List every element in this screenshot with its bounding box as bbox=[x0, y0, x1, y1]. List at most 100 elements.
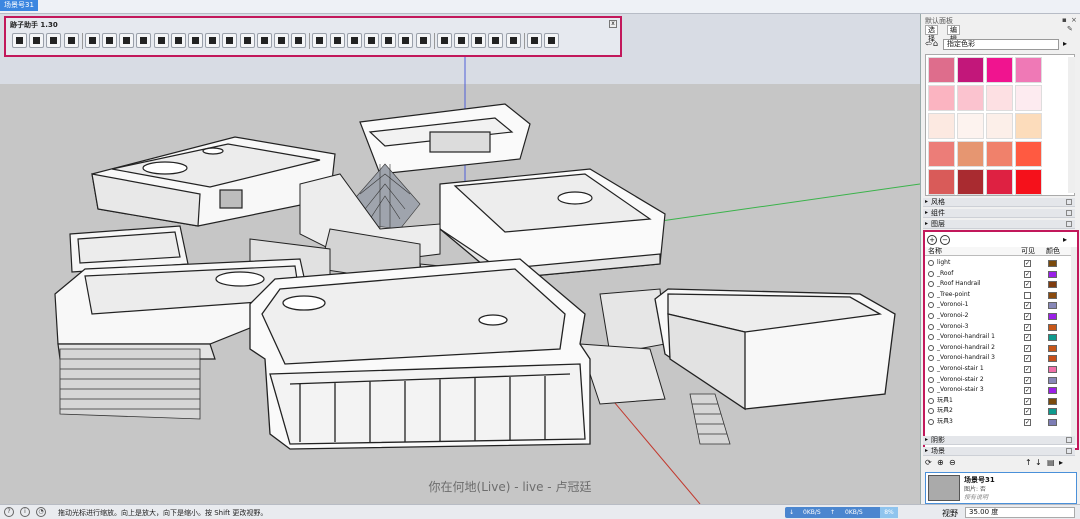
user-icon[interactable]: ◔ bbox=[36, 507, 46, 517]
panel-header[interactable]: ▸ 组件 bbox=[923, 209, 1075, 218]
wall-tool-icon[interactable] bbox=[12, 33, 27, 48]
layer-visible-checkbox[interactable]: ✓ bbox=[1024, 334, 1031, 342]
color-swatch[interactable] bbox=[957, 85, 984, 111]
layer-color-swatch[interactable] bbox=[1048, 270, 1057, 278]
layer-color-swatch[interactable] bbox=[1048, 344, 1057, 352]
layer-color-swatch[interactable] bbox=[1048, 260, 1057, 267]
layer-row[interactable]: _Voronoi-stair 2 ✓ bbox=[925, 375, 1071, 386]
active-layer-radio[interactable] bbox=[928, 408, 934, 415]
layer-row[interactable]: _Voronoi-stair 1 ✓ bbox=[925, 364, 1071, 375]
layer-row[interactable]: _Voronoi-stair 3 ✓ bbox=[925, 385, 1071, 396]
scene-item[interactable]: 场景号31 图片: 否 授有说明 bbox=[925, 472, 1077, 504]
slab-tool-icon[interactable] bbox=[205, 33, 221, 48]
layer-row[interactable]: _Voronoi-handrail 2 ✓ bbox=[925, 343, 1071, 354]
layer-row[interactable]: _Voronoi-handrail 1 ✓ bbox=[925, 332, 1071, 343]
layer-visible-checkbox[interactable]: ✓ bbox=[1024, 270, 1031, 278]
brush-tool-icon[interactable] bbox=[505, 33, 521, 48]
active-layer-radio[interactable] bbox=[928, 419, 934, 425]
active-layer-radio[interactable] bbox=[928, 344, 934, 351]
layer-row[interactable]: _Roof ✓ bbox=[925, 269, 1071, 280]
home-icon[interactable]: ⌂ bbox=[933, 39, 938, 48]
view-options-icon[interactable]: ▤ bbox=[1047, 458, 1055, 467]
flag-tool-icon[interactable] bbox=[381, 33, 397, 48]
color-swatch[interactable] bbox=[986, 57, 1013, 83]
geolocation-icon[interactable]: ? bbox=[4, 507, 14, 517]
layer-visible-checkbox[interactable]: ✓ bbox=[1024, 376, 1031, 384]
pin-icon[interactable]: ▪ bbox=[1062, 16, 1067, 24]
color-swatch[interactable] bbox=[1015, 85, 1042, 111]
panel-close-icon[interactable] bbox=[1066, 221, 1072, 227]
line-tool-icon[interactable] bbox=[222, 33, 238, 48]
color-swatch[interactable] bbox=[1015, 57, 1042, 83]
layer-visible-checkbox[interactable] bbox=[1024, 291, 1031, 299]
layer-color-swatch[interactable] bbox=[1048, 408, 1057, 416]
move-up-icon[interactable]: ↑ bbox=[1025, 458, 1032, 467]
layer-visible-checkbox[interactable]: ✓ bbox=[1024, 313, 1031, 320]
active-layer-radio[interactable] bbox=[928, 260, 934, 266]
layer-visible-checkbox[interactable]: ✓ bbox=[1024, 344, 1031, 352]
spiral-tool-icon[interactable] bbox=[170, 33, 186, 48]
box-tool-icon[interactable] bbox=[274, 33, 289, 48]
layer-details-icon[interactable]: ▸ bbox=[1063, 235, 1067, 244]
help-tool-icon[interactable] bbox=[544, 33, 559, 48]
layer-row[interactable]: light ✓ bbox=[925, 258, 1071, 269]
color-swatch[interactable] bbox=[928, 113, 955, 139]
panel-close-icon[interactable] bbox=[1066, 199, 1072, 205]
active-layer-radio[interactable] bbox=[928, 387, 934, 394]
color-swatch[interactable] bbox=[928, 85, 955, 111]
panel-tool-icon[interactable] bbox=[471, 33, 487, 48]
move-down-icon[interactable]: ↓ bbox=[1035, 458, 1042, 467]
tree-tool-icon[interactable] bbox=[488, 33, 504, 48]
active-layer-radio[interactable] bbox=[928, 302, 934, 309]
color-swatch[interactable] bbox=[986, 113, 1013, 139]
active-layer-radio[interactable] bbox=[928, 334, 934, 341]
color-swatch[interactable] bbox=[928, 141, 955, 167]
active-layer-radio[interactable] bbox=[928, 376, 934, 383]
railing-tool-icon[interactable] bbox=[415, 33, 431, 48]
chain-tool-icon[interactable] bbox=[329, 33, 345, 48]
layer-color-swatch[interactable] bbox=[1048, 355, 1057, 363]
scene-details-icon[interactable]: ▸ bbox=[1059, 458, 1063, 467]
layer-visible-checkbox[interactable]: ✓ bbox=[1024, 355, 1031, 363]
bridge-tool-icon[interactable] bbox=[312, 33, 328, 48]
panel-close-icon[interactable] bbox=[1066, 448, 1072, 454]
bar-chart-tool-icon[interactable] bbox=[63, 33, 79, 48]
fence-tool-icon[interactable] bbox=[398, 33, 414, 48]
layer-color-swatch[interactable] bbox=[1048, 281, 1057, 289]
array-tool-icon[interactable] bbox=[84, 33, 100, 48]
panel-header[interactable]: ▸ 阴影 bbox=[923, 436, 1075, 445]
layer-color-swatch[interactable] bbox=[1048, 291, 1057, 299]
panel-close-icon[interactable] bbox=[1066, 210, 1072, 216]
color-swatch[interactable] bbox=[957, 113, 984, 139]
color-swatch[interactable] bbox=[986, 85, 1013, 111]
layer-row[interactable]: 玩具1 ✓ bbox=[925, 396, 1071, 407]
tab-select[interactable]: 选择 bbox=[925, 25, 938, 43]
zoom-value-field[interactable]: 35.00 度 bbox=[965, 507, 1075, 518]
color-swatch[interactable] bbox=[928, 169, 955, 195]
close-icon[interactable]: × bbox=[1071, 16, 1077, 24]
color-swatch[interactable] bbox=[1015, 141, 1042, 167]
layer-color-swatch[interactable] bbox=[1048, 302, 1057, 310]
layer-row[interactable]: 玩具3 ✓ bbox=[925, 417, 1071, 428]
active-layer-radio[interactable] bbox=[928, 355, 934, 362]
color-swatch[interactable] bbox=[957, 141, 984, 167]
details-icon[interactable]: ▸ bbox=[1063, 39, 1067, 48]
layer-row[interactable]: _Voronoi-handrail 3 ✓ bbox=[925, 353, 1071, 364]
header-name[interactable]: 名称 bbox=[928, 247, 942, 255]
panel-header[interactable]: ▸ 风格 bbox=[923, 198, 1075, 207]
layer-visible-checkbox[interactable]: ✓ bbox=[1024, 281, 1031, 289]
color-swatch[interactable] bbox=[986, 141, 1013, 167]
active-layer-radio[interactable] bbox=[928, 270, 934, 277]
active-layer-radio[interactable] bbox=[928, 281, 934, 288]
mirror-tool-icon[interactable] bbox=[436, 33, 452, 48]
swatch-scrollbar[interactable] bbox=[1068, 57, 1075, 193]
layer-row[interactable]: _Voronoi-2 ✓ bbox=[925, 311, 1071, 322]
tab-edit[interactable]: 编辑 bbox=[947, 25, 960, 43]
refresh-icon[interactable]: ⟳ bbox=[925, 458, 932, 467]
column-tool-icon[interactable] bbox=[29, 33, 45, 48]
layer-color-swatch[interactable] bbox=[1048, 366, 1057, 373]
back-icon[interactable]: ⇦ bbox=[925, 39, 932, 48]
road-tool-icon[interactable] bbox=[102, 33, 117, 48]
layer-color-swatch[interactable] bbox=[1048, 376, 1057, 384]
settings-tool-icon[interactable] bbox=[526, 33, 542, 48]
